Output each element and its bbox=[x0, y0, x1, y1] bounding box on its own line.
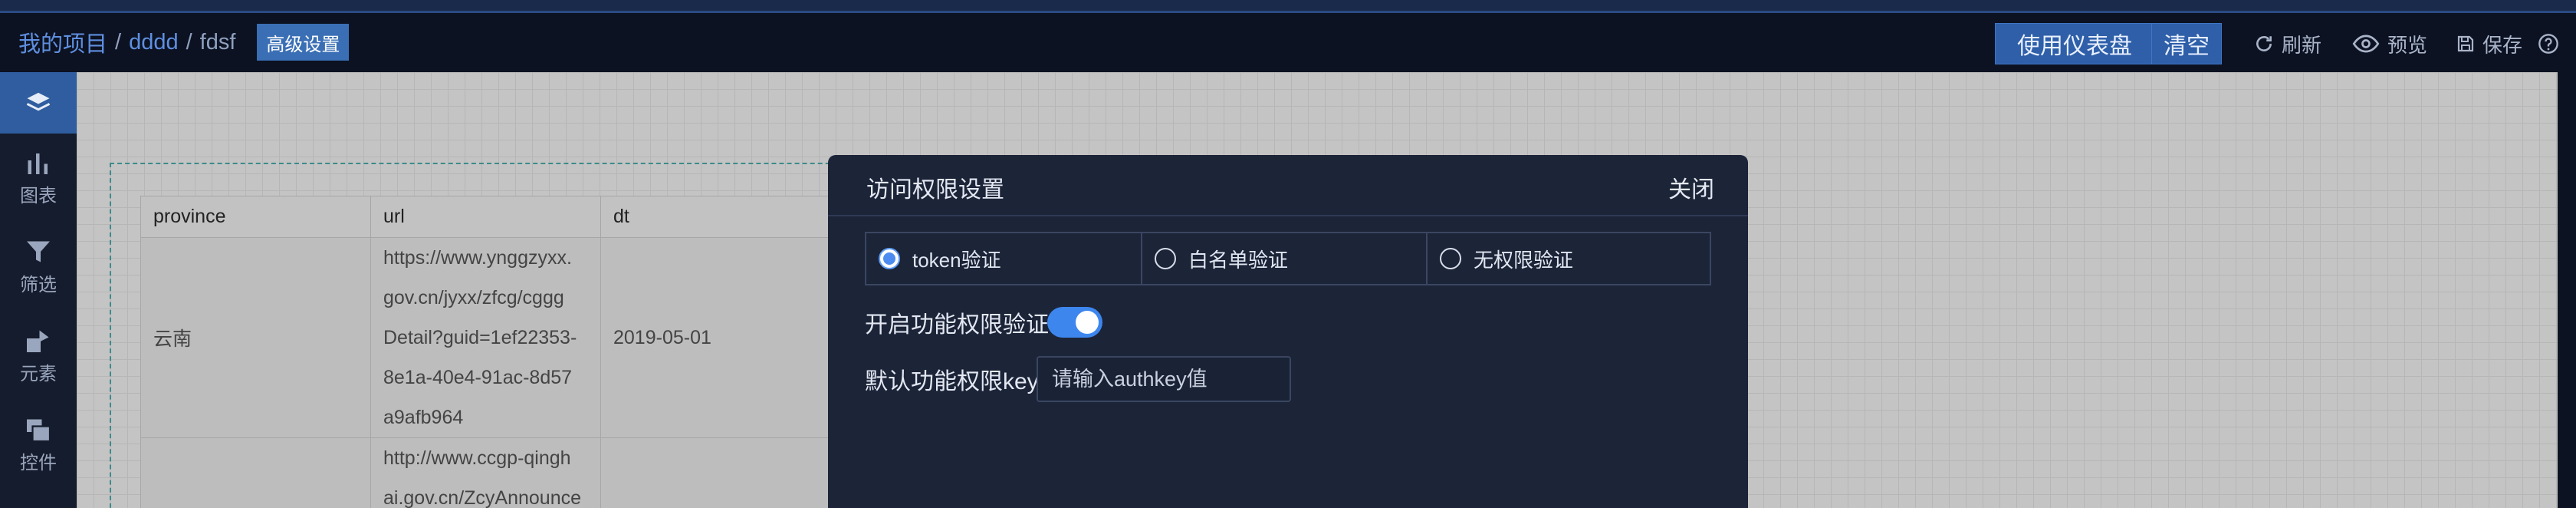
save-label: 保存 bbox=[2482, 33, 2523, 57]
radio-label: token验证 bbox=[912, 248, 1001, 272]
refresh-icon bbox=[2256, 36, 2272, 51]
breadcrumb-separator: / bbox=[115, 29, 122, 54]
window-top-strip bbox=[0, 0, 2576, 13]
column-header-province: province bbox=[140, 196, 371, 238]
sidebar-item-label: 元素 bbox=[20, 363, 57, 384]
dialog-close-button[interactable]: 关闭 bbox=[1668, 170, 1714, 204]
url-line: http://www.ccgp-qingh bbox=[383, 447, 571, 469]
cell-dt: 2019-05-01 bbox=[600, 237, 831, 438]
breadcrumb-my-projects[interactable]: 我的项目 bbox=[18, 26, 107, 58]
radio-option-no-auth[interactable]: 无权限验证 bbox=[1428, 233, 1710, 284]
filter-icon bbox=[27, 241, 50, 262]
layers-button[interactable] bbox=[0, 72, 77, 134]
column-header-dt: dt bbox=[600, 196, 831, 238]
cell-url: http://www.ccgp-qingh ai.gov.cn/ZcyAnnou… bbox=[370, 437, 601, 508]
default-key-label: 默认功能权限key bbox=[865, 369, 1039, 394]
widgets-icon bbox=[27, 419, 51, 442]
bar-chart-icon bbox=[28, 153, 48, 174]
shapes-icon bbox=[27, 330, 49, 352]
enable-permission-toggle[interactable] bbox=[1047, 307, 1102, 338]
data-table: province url dt 云南 https://www.ynggzyxx.… bbox=[140, 196, 831, 508]
left-sidebar: 图表 筛选 元素 控件 bbox=[0, 72, 77, 508]
radio-button-selected[interactable] bbox=[879, 248, 900, 269]
dialog-divider bbox=[828, 215, 1748, 216]
top-header: 我的项目 / dddd / fdsf 高级设置 使用仪表盘 清空 刷新 预览 保… bbox=[0, 13, 2576, 72]
url-line: a9afb964 bbox=[383, 407, 464, 428]
table-header-row: province url dt bbox=[140, 196, 831, 238]
url-line: https://www.ynggzyxx. bbox=[383, 247, 572, 269]
access-permission-dialog: 访问权限设置 关闭 token验证 白名单验证 无权限验证 开启功能权限验证 默… bbox=[828, 155, 1748, 508]
save-button[interactable]: 保存 bbox=[2456, 28, 2522, 59]
url-line: gov.cn/jyxx/zfcg/cggg bbox=[383, 287, 564, 308]
layers-icon bbox=[26, 92, 51, 111]
enable-permission-label: 开启功能权限验证 bbox=[865, 312, 1049, 338]
radio-label: 无权限验证 bbox=[1474, 248, 1574, 272]
save-icon bbox=[2457, 35, 2474, 52]
breadcrumb-current: fdsf bbox=[199, 29, 236, 54]
radio-option-token[interactable]: token验证 bbox=[866, 233, 1142, 284]
breadcrumb-project[interactable]: dddd bbox=[129, 30, 179, 55]
dialog-title: 访问权限设置 bbox=[866, 177, 1004, 203]
help-button[interactable] bbox=[2538, 28, 2567, 59]
refresh-button[interactable]: 刷新 bbox=[2254, 28, 2321, 59]
use-dashboard-button[interactable]: 使用仪表盘 bbox=[1995, 23, 2154, 64]
sidebar-item-widgets[interactable]: 控件 bbox=[0, 401, 77, 490]
refresh-label: 刷新 bbox=[2282, 33, 2322, 57]
url-line: ai.gov.cn/ZcyAnnounce bbox=[383, 487, 582, 508]
sidebar-item-elements[interactable]: 元素 bbox=[0, 312, 77, 401]
sidebar-item-filter[interactable]: 筛选 bbox=[0, 223, 77, 312]
canvas-right-edge bbox=[2558, 72, 2576, 508]
auth-mode-radio-group: token验证 白名单验证 无权限验证 bbox=[865, 232, 1711, 285]
preview-button[interactable]: 预览 bbox=[2352, 28, 2427, 59]
table-row: 云南 https://www.ynggzyxx. gov.cn/jyxx/zfc… bbox=[140, 237, 831, 438]
breadcrumb-separator: / bbox=[186, 29, 192, 54]
advanced-settings-button[interactable]: 高级设置 bbox=[257, 24, 350, 61]
radio-button[interactable] bbox=[1155, 248, 1176, 269]
eye-icon bbox=[2352, 35, 2380, 53]
breadcrumb: 我的项目 / dddd / fdsf 高级设置 bbox=[18, 24, 350, 61]
authkey-input[interactable] bbox=[1037, 356, 1291, 402]
toggle-knob bbox=[1076, 311, 1099, 334]
help-icon bbox=[2538, 34, 2558, 54]
cell-url: https://www.ynggzyxx. gov.cn/jyxx/zfcg/c… bbox=[370, 237, 601, 438]
column-header-url: url bbox=[370, 196, 601, 238]
cell-province: 云南 bbox=[140, 237, 371, 438]
sidebar-item-charts[interactable]: 图表 bbox=[0, 134, 77, 223]
sidebar-item-label: 筛选 bbox=[20, 274, 57, 295]
cell-dt bbox=[600, 437, 831, 508]
preview-label: 预览 bbox=[2387, 33, 2428, 57]
clear-button[interactable]: 清空 bbox=[2151, 23, 2222, 64]
table-row: http://www.ccgp-qingh ai.gov.cn/ZcyAnnou… bbox=[140, 437, 831, 508]
url-line: Detail?guid=1ef22353- bbox=[383, 327, 577, 348]
url-line: 8e1a-40e4-91ac-8d57 bbox=[383, 367, 573, 388]
radio-button[interactable] bbox=[1440, 248, 1461, 269]
radio-option-whitelist[interactable]: 白名单验证 bbox=[1142, 233, 1428, 284]
sidebar-item-label: 图表 bbox=[20, 185, 57, 206]
cell-province bbox=[140, 437, 371, 508]
sidebar-item-label: 控件 bbox=[20, 452, 57, 473]
radio-label: 白名单验证 bbox=[1188, 248, 1289, 272]
